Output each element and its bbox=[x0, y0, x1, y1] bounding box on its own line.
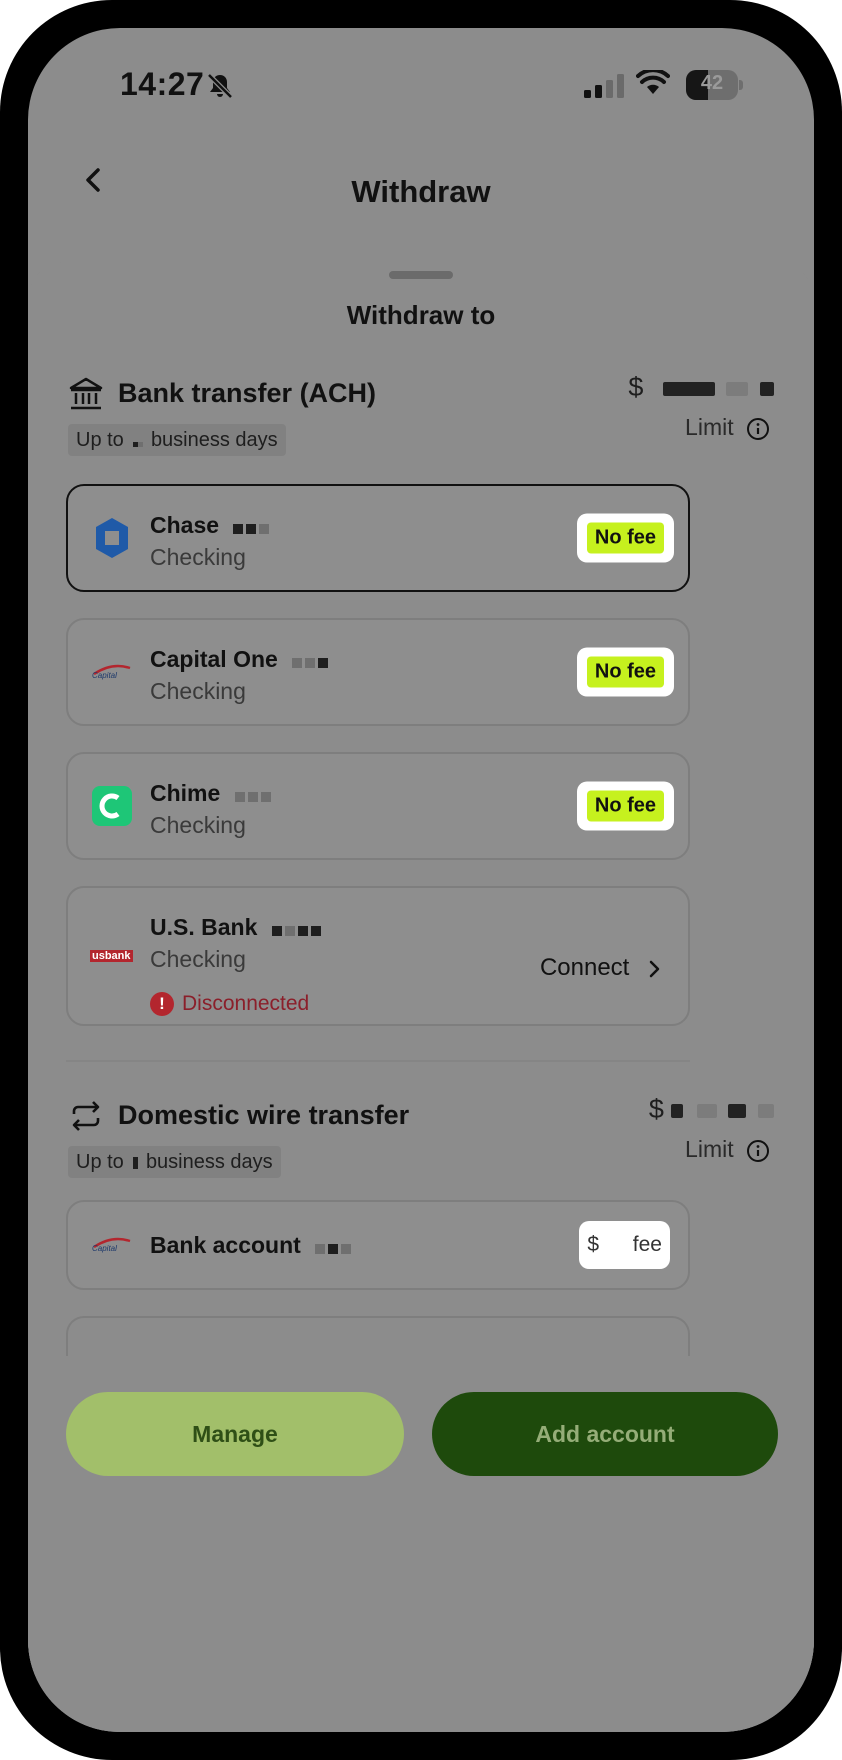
ach-duration-chip: Up to business days bbox=[68, 424, 286, 456]
account-name: Chime bbox=[150, 780, 274, 808]
info-circle-icon[interactable] bbox=[746, 417, 770, 441]
account-type: Checking bbox=[150, 544, 246, 570]
manage-button[interactable]: Manage bbox=[66, 1392, 404, 1476]
fee-badge-wrap: No fee bbox=[576, 513, 674, 563]
repeat-arrows-icon bbox=[72, 1101, 100, 1131]
withdraw-sheet: Withdraw to Bank transfer (ACH) Up to bu… bbox=[28, 262, 814, 1732]
account-card-wire-bank[interactable]: Capital Bank account $ fee bbox=[66, 1200, 690, 1290]
sheet-grabber[interactable] bbox=[389, 271, 453, 279]
fee-badge: No fee bbox=[586, 790, 664, 822]
us-bank-logo-icon: usbank bbox=[90, 950, 133, 962]
svg-text:Capital: Capital bbox=[92, 1244, 117, 1253]
account-name: Chase bbox=[150, 512, 272, 540]
capital-one-logo-icon: Capital bbox=[92, 1237, 131, 1253]
battery-icon: 42 bbox=[686, 70, 743, 100]
account-type: Checking bbox=[150, 946, 246, 972]
sheet-title: Withdraw to bbox=[346, 300, 496, 330]
chase-logo-icon bbox=[96, 518, 128, 558]
status-bar: 14:27 42 bbox=[28, 28, 814, 138]
ach-section-title: Bank transfer (ACH) bbox=[118, 378, 377, 408]
chevron-right-icon bbox=[649, 960, 660, 977]
phone-frame: 14:27 42 Withdraw Withdraw to Bank trans… bbox=[0, 0, 842, 1760]
account-card-chase[interactable]: Chase Checking No fee bbox=[66, 484, 690, 592]
add-account-button[interactable]: Add account bbox=[432, 1392, 778, 1476]
account-name: Bank account bbox=[150, 1232, 354, 1260]
account-name: U.S. Bank bbox=[150, 914, 324, 942]
account-card-chime[interactable]: Chime Checking No fee bbox=[66, 752, 690, 860]
wifi-icon bbox=[636, 70, 670, 94]
signal-icon bbox=[584, 74, 624, 98]
info-circle-icon[interactable] bbox=[746, 1139, 770, 1163]
account-card-capital-one[interactable]: Capital Capital One Checking No fee bbox=[66, 618, 690, 726]
wire-duration-chip: Up to business days bbox=[68, 1146, 281, 1178]
connect-button[interactable]: Connect bbox=[540, 954, 662, 982]
bank-icon bbox=[69, 377, 103, 410]
fee-badge-wrap: No fee bbox=[576, 781, 674, 831]
fee-badge: No fee bbox=[586, 522, 664, 554]
disconnected-status: ! Disconnected bbox=[150, 992, 309, 1017]
wire-section-header: Domestic wire transfer Up to business da… bbox=[68, 1094, 774, 1194]
ach-limit-amount: $ bbox=[628, 372, 774, 403]
wire-section-title: Domestic wire transfer bbox=[118, 1100, 410, 1130]
fee-badge: No fee bbox=[586, 656, 664, 688]
fee-badge: $ fee bbox=[579, 1221, 670, 1269]
account-type: Checking bbox=[150, 812, 246, 838]
bell-slash-icon bbox=[207, 73, 233, 99]
account-type: Checking bbox=[150, 678, 246, 704]
svg-text:Capital: Capital bbox=[92, 671, 117, 680]
wire-limit-label[interactable]: Limit bbox=[685, 1136, 770, 1163]
ach-section-header: Bank transfer (ACH) Up to business days … bbox=[68, 372, 774, 472]
capital-one-logo-icon: Capital bbox=[92, 664, 131, 680]
fee-badge-wrap: No fee bbox=[576, 647, 674, 697]
account-name: Capital One bbox=[150, 646, 331, 674]
alert-circle-icon: ! bbox=[150, 992, 174, 1017]
account-card-partial[interactable] bbox=[66, 1316, 690, 1356]
battery-percent: 42 bbox=[700, 72, 724, 94]
screen: 14:27 42 Withdraw Withdraw to Bank trans… bbox=[28, 28, 814, 1732]
chime-logo-icon bbox=[92, 786, 132, 826]
page-title: Withdraw bbox=[351, 174, 491, 209]
ach-limit-label[interactable]: Limit bbox=[685, 414, 770, 441]
status-time: 14:27 bbox=[120, 66, 205, 102]
wire-limit-amount: $ bbox=[649, 1094, 774, 1125]
account-card-us-bank[interactable]: usbank U.S. Bank Checking ! Disconnected … bbox=[66, 886, 690, 1026]
section-divider bbox=[66, 1060, 690, 1062]
